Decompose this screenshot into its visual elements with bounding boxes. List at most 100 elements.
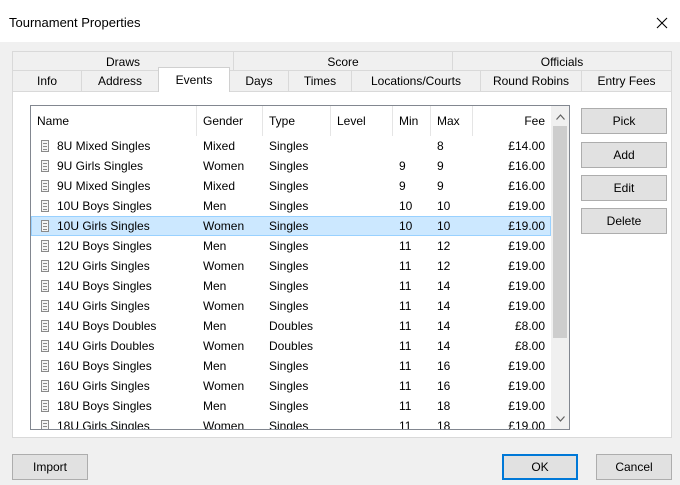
cell-type: Singles xyxy=(269,259,309,273)
import-button[interactable]: Import xyxy=(12,454,88,480)
tab-score[interactable]: Score xyxy=(233,51,453,71)
event-icon xyxy=(41,400,49,412)
cell-max: 18 xyxy=(437,419,451,430)
cell-gender: Mixed xyxy=(203,179,236,193)
cell-level xyxy=(337,396,393,416)
cancel-button[interactable]: Cancel xyxy=(596,454,672,480)
cell-type: Singles xyxy=(269,419,309,430)
vertical-scrollbar[interactable] xyxy=(551,106,569,429)
tab-entry-fees[interactable]: Entry Fees xyxy=(581,70,672,91)
cell-level xyxy=(337,316,393,336)
cell-level xyxy=(337,256,393,276)
tab-times[interactable]: Times xyxy=(288,70,352,91)
cell-type: Singles xyxy=(269,219,309,233)
event-row[interactable]: 18U Boys Singles Men Singles 11 18 £19.00 xyxy=(31,396,551,416)
cell-max: 9 xyxy=(437,179,444,193)
cell-max: 8 xyxy=(437,139,444,153)
column-header-max[interactable]: Max xyxy=(431,106,473,136)
cell-level xyxy=(337,356,393,376)
event-row[interactable]: 14U Boys Singles Men Singles 11 14 £19.00 xyxy=(31,276,551,296)
ok-button[interactable]: OK xyxy=(502,454,578,480)
title-bar: Tournament Properties xyxy=(0,0,680,42)
cell-name: 12U Boys Singles xyxy=(57,239,152,253)
column-header-min[interactable]: Min xyxy=(393,106,431,136)
cell-gender: Women xyxy=(203,159,245,173)
event-row[interactable]: 10U Girls Singles Women Singles 10 10 £19.00 xyxy=(31,216,551,236)
cell-level xyxy=(337,196,393,216)
cell-min: 11 xyxy=(399,419,412,430)
scroll-down-button[interactable] xyxy=(551,410,569,427)
cell-max: 9 xyxy=(437,159,444,173)
scroll-thumb[interactable] xyxy=(553,126,567,338)
cell-type: Singles xyxy=(269,139,309,153)
tab-locations-courts[interactable]: Locations/Courts xyxy=(351,70,481,91)
cell-max: 16 xyxy=(437,359,451,373)
event-row[interactable]: 9U Mixed Singles Mixed Singles 9 9 £16.00 xyxy=(31,176,551,196)
cell-min: 11 xyxy=(399,319,412,333)
cell-gender: Women xyxy=(203,419,245,430)
tab-address[interactable]: Address xyxy=(81,70,159,91)
event-row[interactable]: 14U Girls Doubles Women Doubles 11 14 £8.00 xyxy=(31,336,551,356)
event-row[interactable]: 14U Girls Singles Women Singles 11 14 £19.00 xyxy=(31,296,551,316)
list-header: Name Gender Type Level Min Max Fee xyxy=(31,106,551,136)
event-icon xyxy=(41,380,49,392)
cell-level xyxy=(337,336,393,356)
event-row[interactable]: 18U Girls Singles Women Singles 11 18 £19.00 xyxy=(31,416,551,430)
cell-gender: Women xyxy=(203,259,245,273)
cell-fee: £19.00 xyxy=(508,219,545,233)
tab-officials[interactable]: Officials xyxy=(452,51,672,71)
cell-fee: £19.00 xyxy=(508,279,545,293)
cell-level xyxy=(337,216,393,236)
chevron-down-icon xyxy=(555,415,565,422)
cell-min: 11 xyxy=(399,259,412,273)
event-row[interactable]: 8U Mixed Singles Mixed Singles 8 £14.00 xyxy=(31,136,551,156)
cell-min: 9 xyxy=(399,179,406,193)
column-header-gender[interactable]: Gender xyxy=(197,106,263,136)
event-icon xyxy=(41,160,49,172)
add-button[interactable]: Add xyxy=(581,142,667,168)
event-row[interactable]: 12U Girls Singles Women Singles 11 12 £19.00 xyxy=(31,256,551,276)
pick-button[interactable]: Pick xyxy=(581,108,667,134)
event-icon xyxy=(41,420,49,429)
close-button[interactable] xyxy=(646,8,678,38)
column-header-name[interactable]: Name xyxy=(31,106,197,136)
event-row[interactable]: 10U Boys Singles Men Singles 10 10 £19.00 xyxy=(31,196,551,216)
cell-min: 11 xyxy=(399,279,412,293)
event-icon xyxy=(41,280,49,292)
column-header-type[interactable]: Type xyxy=(263,106,331,136)
cell-max: 16 xyxy=(437,379,451,393)
scroll-up-button[interactable] xyxy=(551,108,569,125)
cell-gender: Men xyxy=(203,279,227,293)
event-rows: 8U Mixed Singles Mixed Singles 8 £14.00 9U Gi… xyxy=(31,136,551,430)
event-row[interactable]: 14U Boys Doubles Men Doubles 11 14 £8.00 xyxy=(31,316,551,336)
tab-events[interactable]: Events xyxy=(158,67,230,92)
cell-fee: £19.00 xyxy=(508,259,545,273)
cell-gender: Men xyxy=(203,319,227,333)
cell-min: 11 xyxy=(399,299,412,313)
event-icon xyxy=(41,240,49,252)
cell-name: 9U Girls Singles xyxy=(57,159,144,173)
cell-max: 12 xyxy=(437,239,451,253)
column-header-level[interactable]: Level xyxy=(331,106,393,136)
cell-name: 14U Girls Doubles xyxy=(57,339,155,353)
delete-button[interactable]: Delete xyxy=(581,208,667,234)
cell-name: 12U Girls Singles xyxy=(57,259,150,273)
tab-round-robins[interactable]: Round Robins xyxy=(480,70,582,91)
event-icon xyxy=(41,360,49,372)
event-row[interactable]: 16U Girls Singles Women Singles 11 16 £19.00 xyxy=(31,376,551,396)
events-list[interactable]: Name Gender Type Level Min Max Fee 8U Mi… xyxy=(30,105,570,430)
event-row[interactable]: 16U Boys Singles Men Singles 11 16 £19.00 xyxy=(31,356,551,376)
tab-days[interactable]: Days xyxy=(229,70,289,91)
tab-info[interactable]: Info xyxy=(12,70,82,91)
chevron-up-icon xyxy=(555,113,565,120)
edit-button[interactable]: Edit xyxy=(581,175,667,201)
cell-fee: £19.00 xyxy=(508,239,545,253)
event-row[interactable]: 12U Boys Singles Men Singles 11 12 £19.00 xyxy=(31,236,551,256)
event-icon xyxy=(41,260,49,272)
event-icon xyxy=(41,320,49,332)
cell-gender: Men xyxy=(203,239,227,253)
column-header-fee[interactable]: Fee xyxy=(473,106,551,136)
cell-name: 14U Boys Singles xyxy=(57,279,152,293)
event-icon xyxy=(41,140,49,152)
event-row[interactable]: 9U Girls Singles Women Singles 9 9 £16.00 xyxy=(31,156,551,176)
